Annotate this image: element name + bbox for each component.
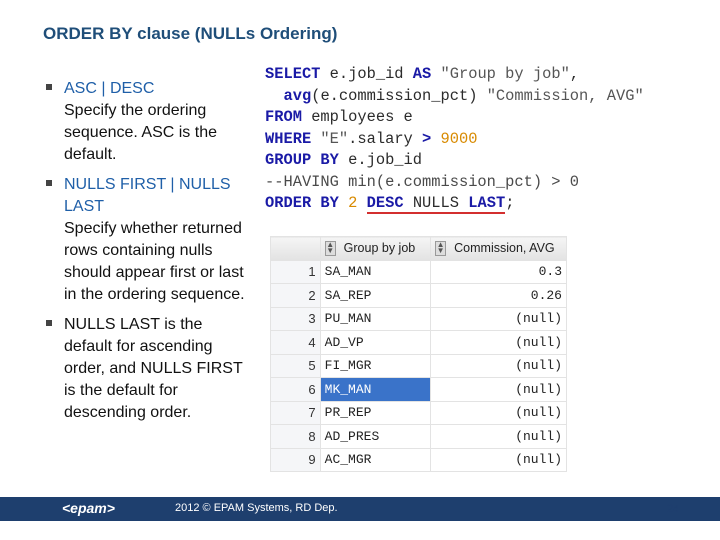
sql-text: ; [505,194,515,212]
sql-string: "Commission, AVG" [477,86,644,105]
sql-keyword: WHERE [265,129,312,148]
sort-icon[interactable]: ▲ ▼ [435,240,447,256]
cell-commission[interactable]: (null) [430,377,567,402]
row-number: 9 [270,447,321,472]
sql-indent [265,87,283,105]
sql-number: 9000 [431,129,478,148]
cell-commission[interactable]: (null) [430,447,567,472]
sql-comment: --HAVING min(e.commission_pct) > 0 [265,172,580,191]
bullet-square-icon [46,84,52,90]
page-number: 24 [667,503,680,515]
sql-function: avg [283,86,312,105]
column-header-group-by-job[interactable]: ▲ ▼ Group by job [319,236,432,261]
sql-keyword: ORDER BY [265,194,339,212]
table-row[interactable]: 8 AD_PRES (null) [270,424,567,449]
sql-keyword: AS [412,65,432,83]
table-row[interactable]: 2 SA_REP 0.26 [270,283,567,308]
slide-title: ORDER BY clause (NULLs Ordering) [43,24,338,43]
sql-text: (e.commission_pct) [311,86,478,105]
cell-commission[interactable]: (null) [430,400,567,425]
row-number: 2 [270,283,321,308]
sql-space [357,194,366,212]
bullet-heading: NULLS FIRST | NULLS LAST [64,176,231,215]
table-row[interactable]: 5 FI_MGR (null) [270,353,567,378]
table-row[interactable]: 7 PR_REP (null) [270,400,567,425]
cell-commission[interactable]: (null) [430,424,567,449]
bullet-default: NULLS LAST is the default for ascending … [46,314,246,424]
bullet-heading: ASC | DESC [64,80,155,97]
sql-code-block: SELECT e.job_id AS "Group by job", avg(e… [265,64,644,215]
table-row[interactable]: 3 PU_MAN (null) [270,306,567,331]
footer-copyright: 2012 © EPAM Systems, RD Dep. [175,502,338,514]
sql-keyword-underlined: LAST [468,194,506,214]
sql-text: e.job_id [338,151,423,169]
grid-header-row: ▲ ▼ Group by job ▲ ▼ Commission, AVG [270,236,567,261]
sql-text-underlined: NULLS [403,194,469,214]
bullet-text: Specify whether returned rows containing… [64,220,245,303]
epam-logo: <epam> [62,500,115,516]
bullet-text: Specify the ordering sequence. ASC is th… [64,102,217,163]
table-row-selected[interactable]: 6 MK_MAN (null) [270,377,567,402]
bullet-list: ASC | DESC Specify the ordering sequence… [46,78,246,432]
bullet-square-icon [46,320,52,326]
sql-string: "Group by job" [431,65,570,83]
row-number: 1 [270,259,321,284]
bullet-heading: NULLS LAST is the default for ascending … [64,316,243,421]
bullet-square-icon [46,180,52,186]
cell-commission[interactable]: (null) [430,353,567,378]
cell-commission[interactable]: 0.26 [430,283,567,308]
sql-string: "E" [311,129,349,148]
sql-text: employees e [301,108,413,126]
row-number: 8 [270,424,321,449]
footer-bar: <epam> 2012 © EPAM Systems, RD Dep. [0,497,720,521]
cell-job-selected[interactable]: MK_MAN [319,377,432,402]
cell-commission[interactable]: (null) [430,306,567,331]
bullet-asc-desc: ASC | DESC Specify the ordering sequence… [46,78,246,166]
sql-keyword: SELECT [265,65,321,83]
column-header-label: Commission, AVG [454,240,555,255]
cell-commission[interactable]: 0.3 [430,259,567,284]
sql-text: , [569,65,580,83]
table-row[interactable]: 4 AD_VP (null) [270,330,567,355]
cell-job[interactable]: FI_MGR [319,353,432,378]
row-number: 5 [270,353,321,378]
row-number: 3 [270,306,321,331]
row-number: 7 [270,400,321,425]
cell-job[interactable]: AC_MGR [319,447,432,472]
sql-keyword: GROUP BY [265,151,339,169]
sql-text: e.job_id [320,65,413,83]
row-number: 4 [270,330,321,355]
cell-commission[interactable]: (null) [430,330,567,355]
column-header-commission-avg[interactable]: ▲ ▼ Commission, AVG [430,236,567,261]
cell-job[interactable]: AD_PRES [319,424,432,449]
bullet-nulls: NULLS FIRST | NULLS LAST Specify whether… [46,174,246,306]
sql-operator: > [422,129,432,148]
cell-job[interactable]: SA_MAN [319,259,432,284]
sql-number: 2 [338,194,358,212]
sql-text: .salary [348,129,423,148]
row-number-header [270,236,321,261]
cell-job[interactable]: PU_MAN [319,306,432,331]
table-row[interactable]: 9 AC_MGR (null) [270,447,567,472]
sql-keyword: FROM [265,108,302,126]
row-number: 6 [270,377,321,402]
sql-keyword-underlined: DESC [366,194,404,214]
cell-job[interactable]: PR_REP [319,400,432,425]
cell-job[interactable]: SA_REP [319,283,432,308]
table-row[interactable]: 1 SA_MAN 0.3 [270,259,567,284]
column-header-label: Group by job [343,240,416,255]
cell-job[interactable]: AD_VP [319,330,432,355]
sort-icon[interactable]: ▲ ▼ [324,240,336,256]
results-grid: ▲ ▼ Group by job ▲ ▼ Commission, AVG 1 SA_MAN… [270,236,567,472]
